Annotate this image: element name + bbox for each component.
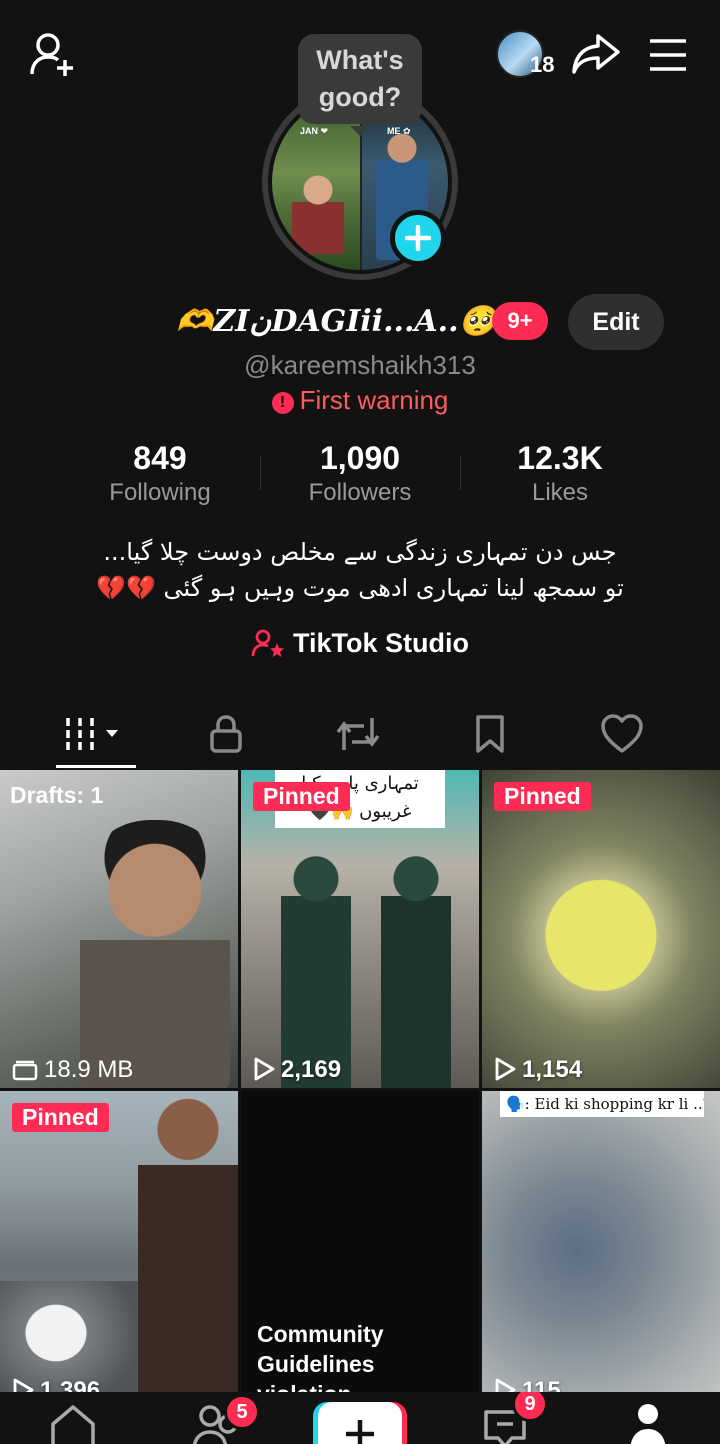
add-friend-icon[interactable]	[28, 30, 78, 80]
profile-icon[interactable]	[628, 1402, 668, 1444]
view-count: 2,169	[253, 1056, 341, 1084]
studio-icon	[251, 629, 284, 657]
friends-badge: 5	[224, 1394, 260, 1430]
plus-icon	[346, 1420, 374, 1444]
play-icon	[254, 1057, 275, 1081]
play-icon	[495, 1057, 516, 1081]
stat-likes[interactable]: 12.3K Likes	[460, 440, 660, 510]
video-tile[interactable]: Pinned 1,154	[482, 770, 720, 1088]
pinned-badge: Pinned	[494, 782, 591, 811]
pinned-badge: Pinned	[12, 1103, 109, 1132]
tab-liked[interactable]	[556, 700, 688, 768]
status-bubble[interactable]: What's good?	[298, 34, 422, 136]
stat-label: Followers	[308, 479, 412, 506]
repost-icon	[336, 718, 380, 750]
tab-favorites[interactable]	[424, 700, 556, 768]
video-tile-drafts[interactable]: Drafts: 1 18.9 MB	[0, 770, 238, 1088]
notification-badge[interactable]: 9+	[492, 302, 548, 340]
video-caption: 🗣️: Eid ki shopping kr li ..??👀	[500, 1091, 704, 1117]
share-icon[interactable]	[570, 30, 622, 78]
story-count: 18	[530, 52, 555, 77]
home-icon[interactable]	[48, 1402, 98, 1444]
video-tile[interactable]: 🗣️: Eid ki shopping kr li ..??👀 115	[482, 1091, 720, 1409]
drafts-folder-icon	[12, 1060, 38, 1081]
stat-following[interactable]: 849 Following	[60, 440, 260, 510]
heart-icon	[601, 714, 643, 753]
create-button[interactable]	[318, 1402, 402, 1444]
drafts-label: Drafts: 1	[10, 782, 104, 808]
username: @kareemshaikh313	[244, 350, 476, 380]
edit-profile-button[interactable]: Edit	[568, 294, 664, 350]
profile-stats: 849 Following 1,090 Followers 12.3K Like…	[60, 440, 660, 510]
stat-value: 849	[133, 440, 187, 476]
stat-label: Following	[109, 479, 211, 506]
stat-label: Likes	[531, 479, 589, 506]
stat-value: 12.3K	[517, 440, 603, 476]
pinned-badge: Pinned	[253, 782, 350, 811]
bio-line-2: تو سمجھ لینا تمہاری ادھی موت وہیں ہو گئی…	[96, 574, 624, 602]
warning-icon: !	[271, 392, 294, 414]
lock-icon	[210, 715, 242, 753]
tiktok-studio-link[interactable]: TikTok Studio	[0, 628, 720, 659]
bio-line-1: جس دن تمہاری زندگی سے مخلص دوست چلا گیا.…	[103, 538, 617, 566]
grid-icon	[66, 718, 118, 750]
display-name: 🫶ZIنDAGIii...A..🥺	[176, 304, 496, 339]
add-story-button[interactable]	[390, 210, 446, 266]
draft-size: 18.9 MB	[12, 1056, 133, 1084]
photo-tag-left: JAN ❤	[300, 126, 329, 136]
video-tile-violation[interactable]: Community Guidelines violation	[241, 1091, 479, 1409]
bio: جس دن تمہاری زندگی سے مخلص دوست چلا گیا.…	[0, 534, 720, 606]
warning-text: First warning	[299, 385, 449, 415]
video-tile[interactable]: تمہاری پاس کیا غریبوں 🙌🖤 Pinned 2,169	[241, 770, 479, 1088]
stat-followers[interactable]: 1,090 Followers	[260, 440, 460, 510]
tab-videos[interactable]	[28, 700, 160, 768]
menu-icon[interactable]	[648, 38, 688, 72]
video-grid: Drafts: 1 18.9 MB تمہاری پاس کیا غریبوں …	[0, 770, 720, 1410]
inbox-badge: 9	[512, 1392, 548, 1422]
photo-tag-right: ME ✿	[387, 126, 411, 136]
studio-label: TikTok Studio	[292, 628, 469, 658]
bookmark-icon	[476, 715, 504, 753]
name-row: 🫶ZIنDAGIii...A..🥺 9+ Edit	[0, 294, 720, 350]
tab-reposts[interactable]	[292, 700, 424, 768]
tab-private[interactable]	[160, 700, 292, 768]
stat-value: 1,090	[319, 440, 401, 476]
bottom-nav: 5 9	[0, 1392, 720, 1444]
profile-tabs	[0, 700, 720, 768]
video-tile[interactable]: Pinned 1,396	[0, 1091, 238, 1409]
view-count: 1,154	[494, 1056, 582, 1084]
plus-icon	[405, 225, 431, 251]
warning-link[interactable]: ! First warning	[0, 385, 720, 416]
